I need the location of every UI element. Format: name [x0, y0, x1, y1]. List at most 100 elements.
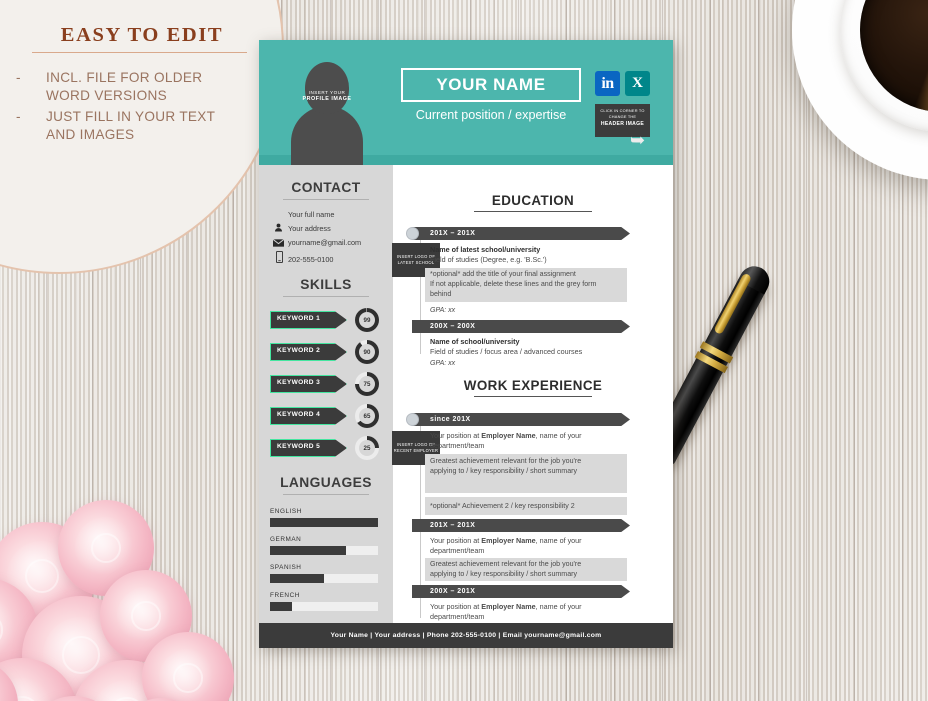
name-field-box[interactable]: YOUR NAME — [401, 68, 581, 102]
skill-badge[interactable]: KEYWORD 2 — [270, 343, 347, 361]
education-school: Name of latest school/university — [430, 245, 541, 254]
education-optional-line1: *optional* add the title of your final a… — [430, 270, 576, 278]
language-bar-fill — [270, 546, 346, 555]
work-position-post: , name of your — [535, 536, 582, 545]
skill-badge[interactable]: KEYWORD 3 — [270, 375, 347, 393]
header-hint-line2: CHANGE THE — [608, 114, 637, 120]
education-period: 201X – 201X — [430, 229, 476, 237]
phone-icon — [276, 251, 283, 263]
work-period-bar: 200X – 201X — [412, 585, 630, 598]
resume-header: INSERT YOUR PROFILE IMAGE use background… — [259, 40, 673, 187]
promo-divider — [32, 52, 247, 53]
skill-value: 25 — [359, 440, 375, 456]
work-achievement-line1: Greatest achievement relevant for the jo… — [430, 457, 582, 465]
work-employer: Employer Name — [481, 431, 536, 440]
skill-value: 99 — [359, 312, 375, 328]
education-gpa: GPA: xx — [430, 307, 456, 314]
language-bar-fill — [270, 574, 324, 583]
skill-label: KEYWORD 1 — [277, 315, 321, 323]
resume-footer: Your Name | Your address | Phone 202-555… — [259, 623, 673, 648]
language-bar — [270, 518, 378, 527]
promo-bullet-1-line1: INCL. FILE FOR OLDER — [46, 70, 203, 85]
work-achievement-line1: Greatest achievement relevant for the jo… — [430, 560, 582, 568]
language-bar-fill — [270, 602, 292, 611]
work-achievement-line2: applying to / key responsibility / short… — [430, 467, 578, 475]
person-icon — [275, 223, 282, 232]
silhouette-head — [305, 62, 349, 114]
languages-divider — [283, 494, 369, 495]
work-period: 200X – 201X — [430, 587, 476, 595]
work-employer: Employer Name — [481, 602, 536, 611]
language-label: FRENCH — [270, 592, 300, 599]
contact-phone: 202-555-0100 — [288, 255, 334, 264]
language-label: GERMAN — [270, 536, 302, 543]
work-department: department/team — [430, 546, 485, 555]
promo-bullet-1-line2: WORD VERSIONS — [46, 88, 167, 103]
profile-placeholder-line2: PROFILE IMAGE — [302, 96, 352, 102]
skill-value: 90 — [359, 344, 375, 360]
skill-gauge: 75 — [355, 372, 379, 396]
skill-label: KEYWORD 2 — [277, 347, 321, 355]
school-logo-line2: LATEST SCHOOL — [397, 260, 435, 265]
promo-bullet-2-line2: AND IMAGES — [46, 127, 135, 142]
contact-heading: CONTACT — [291, 180, 361, 195]
skill-badge[interactable]: KEYWORD 5 — [270, 439, 347, 457]
timeline-dot — [406, 413, 419, 426]
education-field: Field of studies (Degree, e.g. 'B.Sc.') — [430, 255, 547, 264]
coffee-liquid — [860, 0, 928, 112]
contact-full-name: Your full name — [288, 210, 335, 219]
education-optional-line2: If not applicable, delete these lines an… — [430, 280, 597, 288]
language-label: SPANISH — [270, 564, 302, 571]
work-period-bar: since 201X — [412, 413, 630, 426]
work-position: Your position at Employer Name, name of … — [430, 431, 582, 440]
candidate-subtitle: Current position / expertise — [415, 108, 567, 122]
header-hint-line3: HEADER IMAGE — [600, 120, 645, 127]
header-hint-line1: CLICK IN CORNER TO — [600, 108, 645, 113]
work-heading: WORK EXPERIENCE — [463, 378, 603, 393]
work-position-post: , name of your — [535, 431, 582, 440]
coffee-crema — [860, 0, 928, 112]
skill-gauge: 99 — [355, 308, 379, 332]
work-position-pre: Your position at — [430, 431, 482, 440]
work-period: 201X – 201X — [430, 521, 476, 529]
timeline-dot — [406, 227, 419, 240]
skills-heading: SKILLS — [300, 277, 352, 292]
skills-divider — [283, 296, 369, 297]
education-field: Field of studies / focus area / advanced… — [430, 347, 583, 356]
promo-bullet-dash-1: - — [16, 70, 21, 85]
work-department: department/team — [430, 441, 485, 450]
education-period-bar: 200X – 200X — [412, 320, 630, 333]
resume-page: INSERT YOUR PROFILE IMAGE use background… — [259, 40, 673, 648]
coffee-cup-photo — [792, 0, 928, 180]
work-period: since 201X — [430, 415, 471, 423]
languages-heading: LANGUAGES — [280, 475, 372, 490]
work-period-bar: 201X – 201X — [412, 519, 630, 532]
work-employer: Employer Name — [481, 536, 536, 545]
skill-badge[interactable]: KEYWORD 1 — [270, 311, 347, 329]
resume-main: EDUCATION 201X – 201X INSERT LOGO OF LAT… — [392, 165, 673, 647]
linkedin-icon[interactable]: in — [595, 71, 620, 96]
language-bar — [270, 574, 378, 583]
work-position-pre: Your position at — [430, 602, 482, 611]
curved-arrow-icon: ➥ — [630, 130, 646, 150]
promo-circle: EASY TO EDIT - INCL. FILE FOR OLDER WORD… — [0, 0, 284, 274]
promo-bullet-dash-2: - — [16, 109, 21, 124]
work-achievement-line2: applying to / key responsibility / short… — [430, 570, 578, 578]
education-heading: EDUCATION — [491, 193, 575, 208]
promo-bullet-2-line1: JUST FILL IN YOUR TEXT — [46, 109, 216, 124]
work-department: department/team — [430, 612, 485, 621]
work-achievement2: *optional* Achievement 2 / key responsib… — [430, 502, 575, 510]
skill-gauge: 90 — [355, 340, 379, 364]
footer-contact-line: Your Name | Your address | Phone 202-555… — [330, 632, 602, 639]
work-underline — [474, 396, 592, 398]
education-optional-line3: behind — [430, 290, 452, 298]
profile-placeholder-line1: INSERT YOUR — [308, 90, 346, 95]
skill-value: 75 — [359, 376, 375, 392]
candidate-name: YOUR NAME — [436, 75, 546, 94]
skill-badge[interactable]: KEYWORD 4 — [270, 407, 347, 425]
xing-icon[interactable]: X — [625, 71, 650, 96]
contact-address: Your address — [288, 224, 331, 233]
skill-gauge: 25 — [355, 436, 379, 460]
contact-email: yourname@gmail.com — [288, 238, 362, 247]
work-position: Your position at Employer Name, name of … — [430, 536, 582, 545]
